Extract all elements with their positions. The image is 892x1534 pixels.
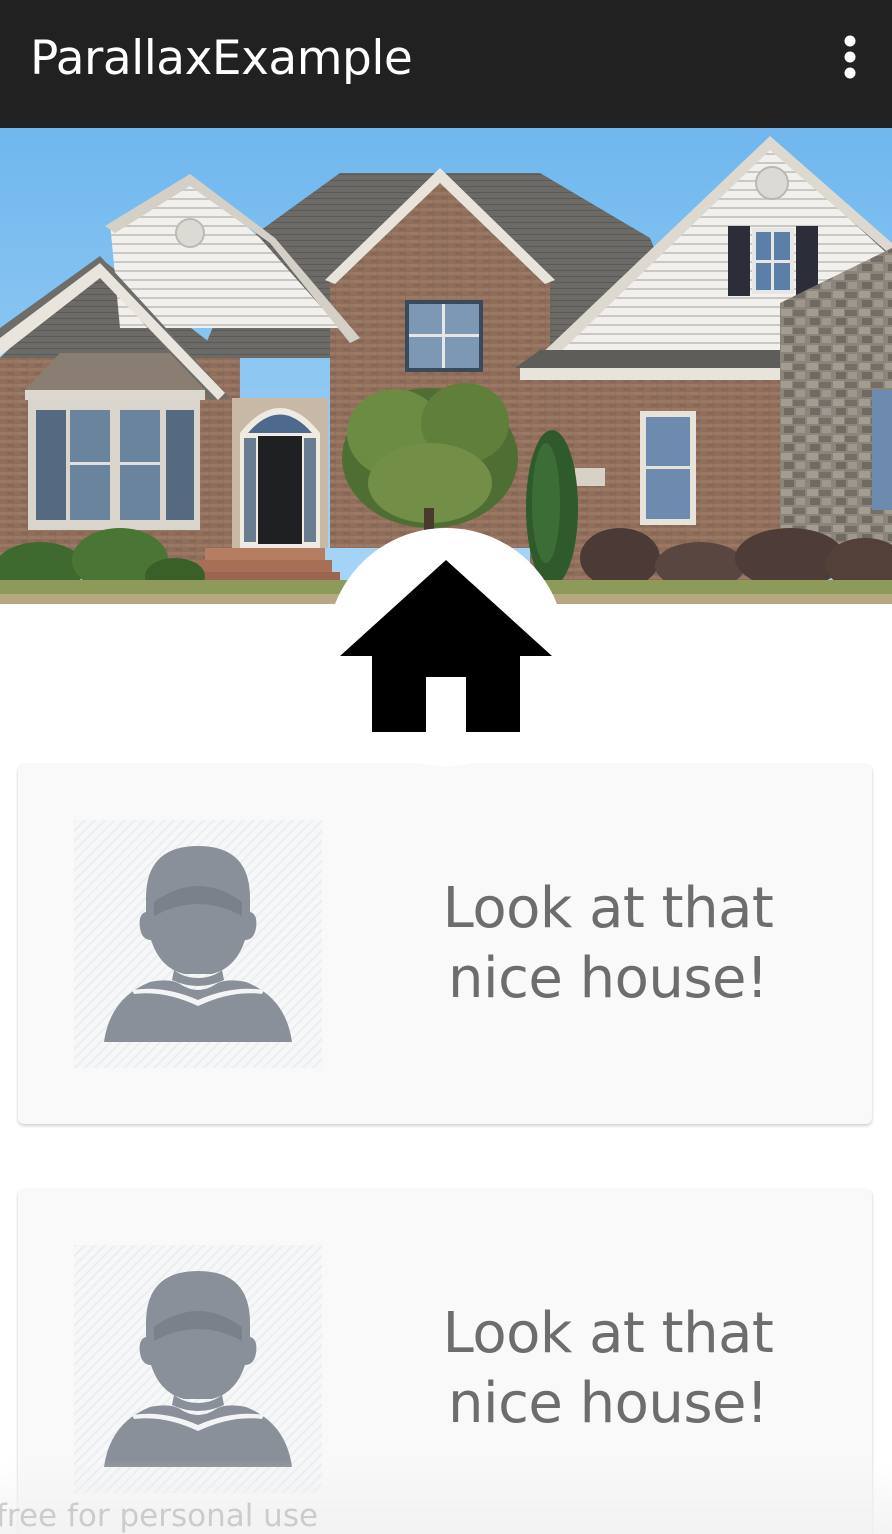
more-vert-icon[interactable]	[830, 28, 870, 88]
card-text-line2: nice house!	[448, 946, 768, 1011]
card-text-line1: Look at that	[442, 876, 774, 941]
person-avatar-icon	[74, 820, 322, 1068]
card-text-line2: nice house!	[448, 1371, 768, 1436]
list-card[interactable]: Look at that nice house!	[18, 764, 872, 1124]
app-title: ParallaxExample	[30, 31, 413, 86]
card-text: Look at that nice house!	[388, 764, 828, 1124]
app-bar: ParallaxExample	[0, 0, 892, 128]
person-avatar-icon	[74, 1245, 322, 1493]
card-text-line1: Look at that	[442, 1301, 774, 1366]
screen: ParallaxExample Look at that nice house!…	[0, 0, 892, 1534]
watermark: free for personal use	[0, 1498, 319, 1534]
home-icon[interactable]	[340, 560, 552, 732]
